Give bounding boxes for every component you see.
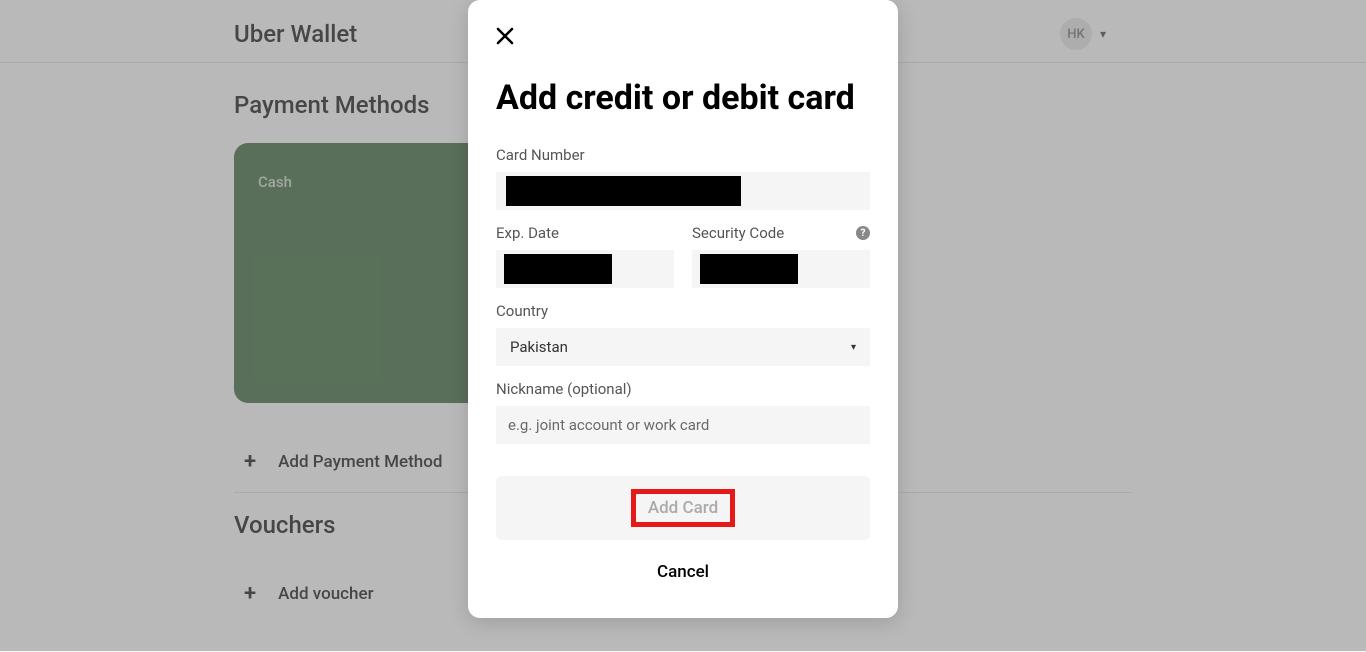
country-value: Pakistan — [510, 338, 568, 356]
label-country: Country — [496, 302, 870, 320]
modal-overlay[interactable]: Add credit or debit card Card Number Exp… — [0, 0, 1366, 651]
exp-date-input[interactable] — [496, 250, 674, 288]
label-card-number: Card Number — [496, 146, 870, 164]
add-card-button[interactable]: Add Card — [496, 476, 870, 540]
cancel-button[interactable]: Cancel — [496, 546, 870, 598]
add-card-label: Add Card — [636, 494, 730, 522]
nickname-input[interactable] — [496, 406, 870, 444]
label-security-code: Security Code ? — [692, 224, 870, 242]
security-code-text: Security Code — [692, 224, 784, 242]
add-card-modal: Add credit or debit card Card Number Exp… — [468, 0, 898, 618]
modal-title: Add credit or debit card — [496, 78, 870, 118]
country-dropdown[interactable]: Pakistan ▾ — [496, 328, 870, 366]
card-number-input[interactable] — [496, 172, 870, 210]
chevron-down-icon: ▾ — [851, 342, 856, 353]
close-icon[interactable] — [496, 24, 514, 50]
label-nickname: Nickname (optional) — [496, 380, 870, 398]
security-code-input[interactable] — [692, 250, 870, 288]
label-exp-date: Exp. Date — [496, 224, 674, 242]
help-icon[interactable]: ? — [856, 226, 870, 240]
